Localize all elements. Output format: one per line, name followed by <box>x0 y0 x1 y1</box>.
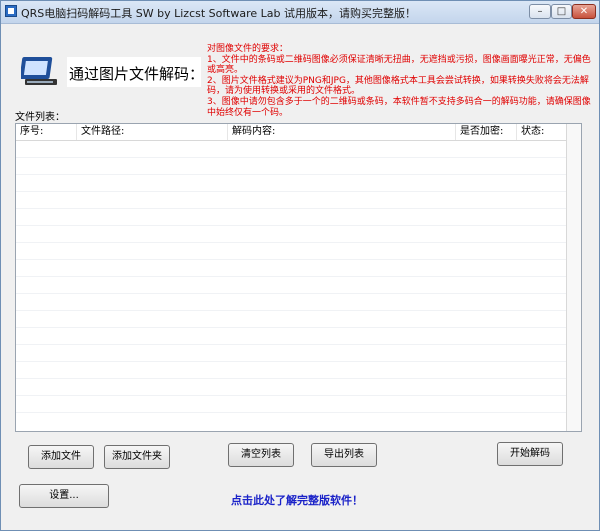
row-divider <box>16 344 567 345</box>
close-button[interactable]: ✕ <box>572 4 596 19</box>
export-list-button[interactable]: 导出列表 <box>311 443 377 467</box>
minimize-button[interactable]: – <box>529 4 551 19</box>
row-divider <box>16 293 567 294</box>
file-list-table[interactable]: 序号: 文件路径: 解码内容: 是否加密: 状态: <box>15 123 582 432</box>
vertical-scrollbar[interactable] <box>566 124 581 431</box>
add-folder-button[interactable]: 添加文件夹 <box>104 445 170 469</box>
row-divider <box>16 310 567 311</box>
add-file-button[interactable]: 添加文件 <box>28 445 94 469</box>
row-divider <box>16 259 567 260</box>
column-header-index[interactable]: 序号: <box>16 124 77 140</box>
requirement-line: 2、图片文件格式建议为PNG和JPG，其他图像格式本工具会尝试转换，如果转换失败… <box>207 75 589 97</box>
column-header-path[interactable]: 文件路径: <box>77 124 228 140</box>
row-divider <box>16 395 567 396</box>
settings-button[interactable]: 设置... <box>19 484 109 508</box>
clear-list-button[interactable]: 清空列表 <box>228 443 294 467</box>
row-divider <box>16 174 567 175</box>
row-divider <box>16 412 567 413</box>
row-divider <box>16 191 567 192</box>
app-window: QRS电脑扫码解码工具 SW by Lizcst Software Lab 试用… <box>0 0 600 531</box>
window-title: QRS电脑扫码解码工具 SW by Lizcst Software Lab 试用… <box>21 7 417 20</box>
column-header-status[interactable]: 状态: <box>517 124 567 140</box>
requirement-line: 对图像文件的要求： <box>207 44 289 54</box>
requirement-line: 3、图像中请勿包含多于一个的二维码或条码，本软件暂不支持多码合一的解码功能，请确… <box>207 96 591 118</box>
row-divider <box>16 327 567 328</box>
maximize-button[interactable]: □ <box>551 4 572 19</box>
row-divider <box>16 378 567 379</box>
page-heading: 通过图片文件解码： <box>69 65 205 83</box>
start-decode-button[interactable]: 开始解码 <box>497 442 563 466</box>
row-divider <box>16 242 567 243</box>
app-icon <box>5 5 17 17</box>
row-divider <box>16 225 567 226</box>
requirements-text: 对图像文件的要求： 1、文件中的条码或二维码图像必须保证清晰无扭曲，无遮挡或污损… <box>207 44 597 118</box>
buy-full-version-link[interactable]: 点击此处了解完整版软件！ <box>231 492 363 508</box>
row-divider <box>16 276 567 277</box>
file-list-header: 序号: 文件路径: 解码内容: 是否加密: 状态: <box>16 124 581 141</box>
row-divider <box>16 157 567 158</box>
row-divider <box>16 208 567 209</box>
row-divider <box>16 361 567 362</box>
column-header-encrypted[interactable]: 是否加密: <box>456 124 517 140</box>
requirement-line: 1、文件中的条码或二维码图像必须保证清晰无扭曲，无遮挡或污损，图像画面曝光正常，… <box>207 54 591 76</box>
file-list-caption: 文件列表： <box>15 112 65 123</box>
title-bar[interactable]: QRS电脑扫码解码工具 SW by Lizcst Software Lab 试用… <box>1 1 599 24</box>
column-header-content[interactable]: 解码内容: <box>228 124 456 140</box>
scanner-icon <box>21 57 57 85</box>
